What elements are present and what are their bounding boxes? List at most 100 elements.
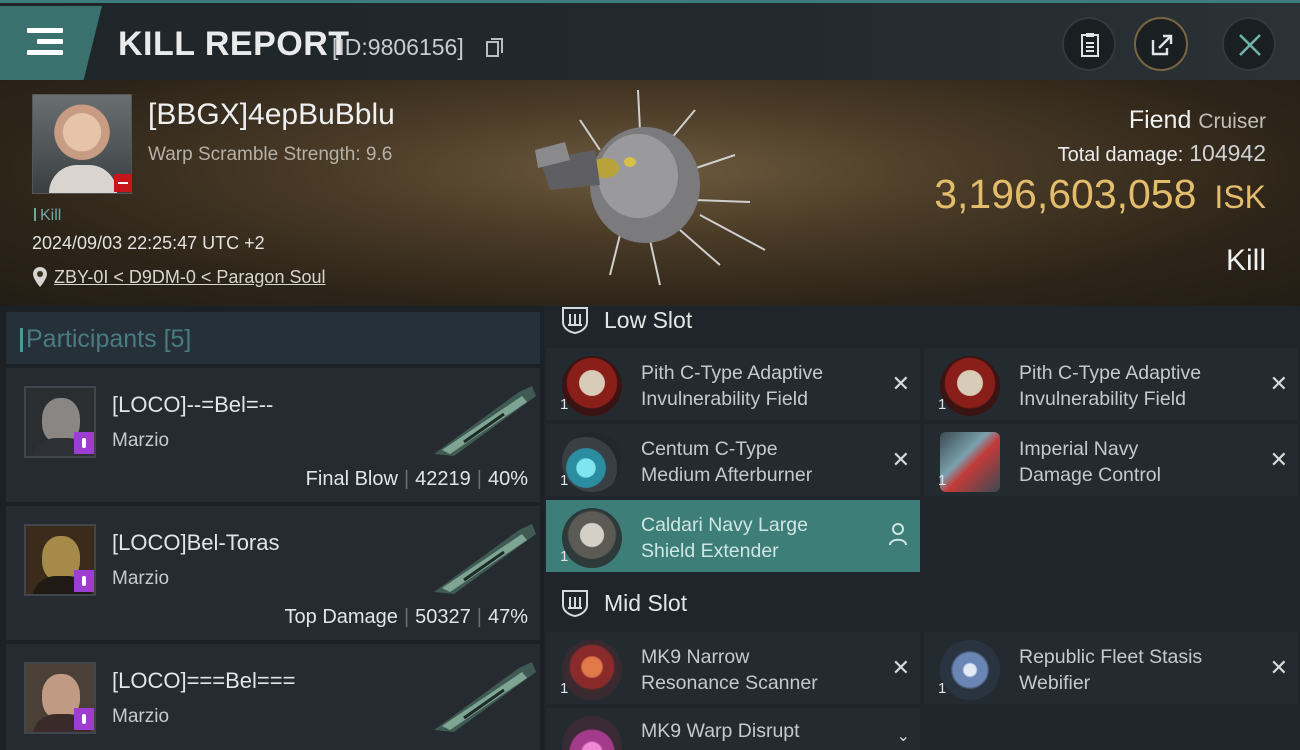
low-slot-header: Low Slot xyxy=(560,306,692,334)
module-name-line1: Pith C-Type Adaptive xyxy=(641,362,824,384)
victim-name[interactable]: [BBGX]4epBuBblu xyxy=(148,98,395,132)
module-name-line2: Resonance Scanner xyxy=(641,672,818,694)
module-name-line1: Caldari Navy Large xyxy=(641,514,808,536)
module-item[interactable]: 1 Centum C-Type Medium Afterburner ✕ xyxy=(546,424,920,496)
clipboard-button[interactable] xyxy=(1062,17,1116,71)
scanner-icon xyxy=(562,640,622,700)
kill-datetime: 2024/09/03 22:25:47 UTC +2 xyxy=(32,233,265,253)
total-damage-value: 104942 xyxy=(1189,140,1266,166)
module-qty: 1 xyxy=(560,680,569,697)
module-name-line2: Shield Extender xyxy=(641,540,779,562)
module-qty: 1 xyxy=(938,680,947,697)
participant-damage-pct: 40% xyxy=(487,468,528,490)
module-item[interactable]: 1 MK9 Narrow Resonance Scanner ✕ xyxy=(546,632,920,704)
module-name-line1: Centum C-Type xyxy=(641,438,778,460)
module-item[interactable]: 1 Republic Fleet Stasis Webifier ✕ xyxy=(924,632,1298,704)
top-bar: KILL REPORT [ID:9806156] xyxy=(0,0,1300,80)
low-slot-label: Low Slot xyxy=(604,307,693,333)
stats-separator: | xyxy=(476,468,482,490)
mid-slot-header: Mid Slot xyxy=(560,589,687,617)
kill-tag: Kill xyxy=(34,207,61,225)
participants-title: Participants [5] xyxy=(19,325,192,354)
module-name: Pith C-Type Adaptive Invulnerability Fiel… xyxy=(1019,360,1201,412)
module-item-selected[interactable]: 1 Caldari Navy Large Shield Extender xyxy=(546,500,920,572)
warp-scramble-strength: Warp Scramble Strength: 9.6 xyxy=(148,144,393,165)
ship-name-text: Fiend xyxy=(1128,106,1192,134)
isk-amount: 3,196,603,058 xyxy=(934,171,1197,217)
result-label: Kill xyxy=(1225,244,1266,277)
module-name-line1: MK9 Warp Disrupt xyxy=(641,720,800,742)
webifier-icon xyxy=(940,640,1000,700)
participant-damage: 50327 xyxy=(415,606,471,628)
participant-role: Final Blow xyxy=(305,468,398,490)
ship-image[interactable] xyxy=(520,90,780,290)
module-name-line2: Webifier xyxy=(1019,672,1091,694)
destroyed-icon: ✕ xyxy=(1269,447,1288,472)
total-damage: Total damage: 104942 xyxy=(1058,140,1266,167)
fitting-panel: Low Slot 1 Pith C-Type Adaptive Invulnera… xyxy=(544,306,1300,750)
module-name: Caldari Navy Large Shield Extender xyxy=(641,512,808,564)
destroyed-icon: ✕ xyxy=(1269,655,1288,680)
person-icon xyxy=(889,523,907,546)
participant-row[interactable]: [LOCO]===Bel=== Marzio xyxy=(6,644,540,750)
location-link[interactable]: ZBY-0I < D9DM-0 < Paragon Soul xyxy=(54,267,325,288)
participant-name: [LOCO]===Bel=== xyxy=(112,668,296,693)
module-name-line2: Invulnerability Field xyxy=(641,388,808,410)
location-pin-icon xyxy=(33,267,47,287)
report-id: [ID:9806156] xyxy=(332,34,464,60)
ship-image xyxy=(434,386,536,456)
close-button[interactable] xyxy=(1222,17,1276,71)
shield-extender-icon xyxy=(562,508,622,568)
ship-name[interactable]: Fiend Cruiser xyxy=(1129,106,1266,135)
module-qty: 1 xyxy=(560,396,569,413)
module-name: Pith C-Type Adaptive Invulnerability Fiel… xyxy=(641,360,823,412)
share-button[interactable] xyxy=(1134,17,1188,71)
destroyed-icon: ✕ xyxy=(891,371,910,396)
module-item[interactable]: 1 Imperial Navy Damage Control ✕ xyxy=(924,424,1298,496)
isk-unit: ISK xyxy=(1214,179,1266,215)
menu-icon xyxy=(27,28,63,56)
participant-damage: 42219 xyxy=(415,468,471,490)
module-qty: 1 xyxy=(560,472,569,489)
participant-row[interactable]: [LOCO]--=Bel=-- Marzio Final Blow | 42219 |… xyxy=(6,368,540,502)
module-item[interactable]: 1 Pith C-Type Adaptive Invulnerability Fi… xyxy=(546,348,920,420)
menu-button[interactable] xyxy=(0,6,102,80)
module-name-line1: Pith C-Type Adaptive xyxy=(1019,362,1202,384)
fleet-badge xyxy=(74,432,94,454)
destroyed-icon: ✕ xyxy=(891,447,910,472)
fleet-badge xyxy=(74,570,94,592)
participants-count: [5] xyxy=(163,325,192,353)
ship-image xyxy=(434,524,536,594)
destroyed-icon: ✕ xyxy=(1269,371,1288,396)
module-qty: 1 xyxy=(938,396,947,413)
participant-ship: Marzio xyxy=(112,568,170,589)
participant-name: [LOCO]Bel-Toras xyxy=(112,530,280,555)
destroyed-icon: ✕ xyxy=(891,655,910,680)
page-title: KILL REPORT xyxy=(118,25,350,63)
module-name-line2: Medium Afterburner xyxy=(641,464,813,486)
participant-row[interactable]: [LOCO]Bel-Toras Marzio Top Damage | 50327 |… xyxy=(6,506,540,640)
module-name: MK9 Warp Disrupt xyxy=(641,718,800,744)
module-item[interactable]: MK9 Warp Disrupt ⌄ xyxy=(546,708,920,750)
clipboard-icon xyxy=(1081,33,1099,57)
module-name: Centum C-Type Medium Afterburner xyxy=(641,436,812,488)
module-name-line2: Invulnerability Field xyxy=(1019,388,1186,410)
participant-role: Top Damage xyxy=(284,606,398,628)
stats-separator: | xyxy=(476,606,482,628)
ship-image xyxy=(434,662,536,732)
victim-banner: [BBGX]4epBuBblu Warp Scramble Strength: … xyxy=(0,80,1300,306)
participant-stats: Top Damage | 50327 | 47% xyxy=(285,606,528,629)
participant-name: [LOCO]--=Bel=-- xyxy=(112,392,274,417)
module-name: Republic Fleet Stasis Webifier xyxy=(1019,644,1202,696)
module-item[interactable]: 1 Pith C-Type Adaptive Invulnerability Fi… xyxy=(924,348,1298,420)
participants-label: Participants xyxy=(26,325,157,353)
hostile-status-badge xyxy=(114,174,132,192)
participant-ship: Marzio xyxy=(112,430,170,451)
damage-control-icon xyxy=(940,432,1000,492)
participant-stats: Final Blow | 42219 | 40% xyxy=(306,468,528,491)
copy-icon[interactable] xyxy=(486,37,504,59)
stats-separator: | xyxy=(403,606,410,628)
low-slot-icon xyxy=(562,307,588,334)
module-qty: 1 xyxy=(938,472,947,489)
isk-value: 3,196,603,058 ISK xyxy=(934,171,1266,218)
